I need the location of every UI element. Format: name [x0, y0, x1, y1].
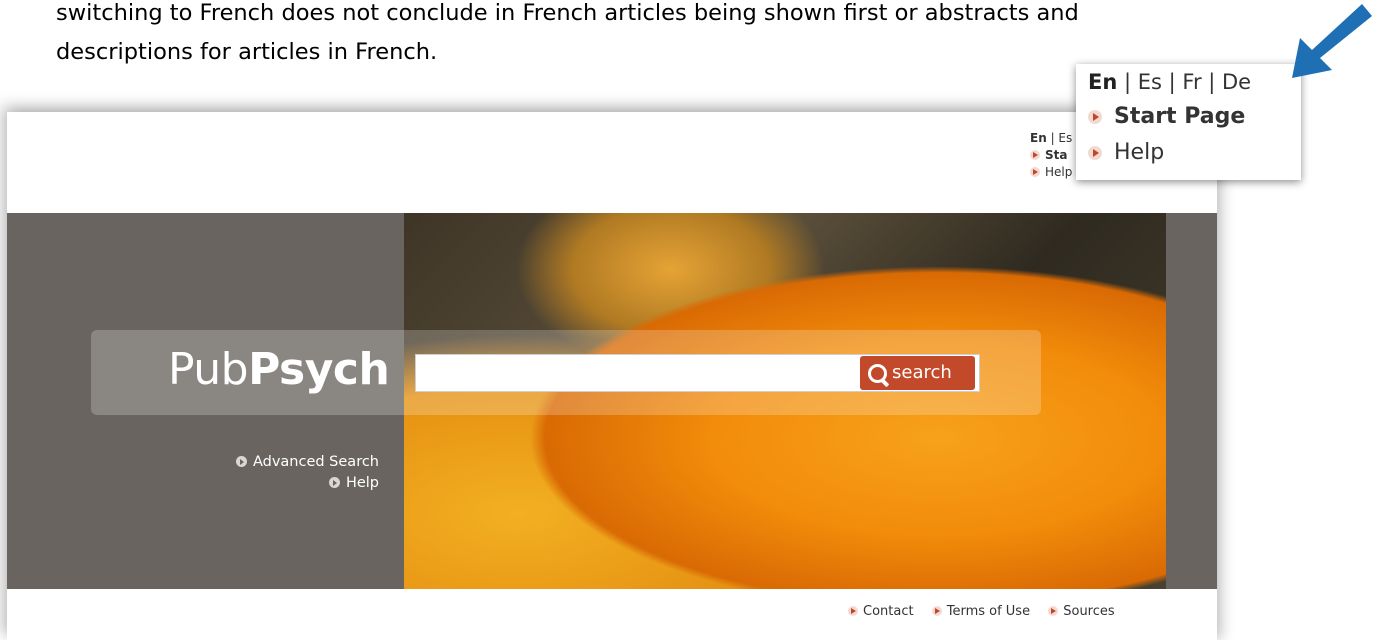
circle-arrow-icon — [235, 456, 247, 467]
callout-language-switcher: En | Es | Fr | De — [1088, 70, 1252, 94]
language-switcher: En | Es — [1030, 131, 1073, 145]
callout-start-page-link[interactable]: Start Page — [1088, 104, 1245, 129]
callout-lang-fr[interactable]: Fr — [1182, 70, 1201, 94]
arrow-right-icon — [1088, 110, 1102, 124]
search-button[interactable]: search — [860, 356, 975, 390]
document-line-2: descriptions for articles in French. — [56, 39, 438, 65]
arrow-right-icon — [1030, 150, 1040, 160]
arrow-right-icon — [848, 606, 858, 616]
document-text: switching to French does not conclude in… — [56, 0, 1236, 72]
callout-lang-de[interactable]: De — [1222, 70, 1251, 94]
zoom-callout: En | Es | Fr | De Start Page Help — [1076, 64, 1301, 180]
callout-lang-en[interactable]: En — [1088, 70, 1117, 94]
footer-link-contact[interactable]: Contact — [848, 604, 914, 619]
circle-arrow-icon — [328, 477, 340, 488]
document-line-1: switching to French does not conclude in… — [56, 0, 1079, 26]
arrow-right-icon — [1030, 167, 1040, 177]
pubpsych-logo: PubPsych — [168, 344, 390, 395]
footer-link-terms[interactable]: Terms of Use — [931, 604, 1030, 619]
arrow-right-icon — [1048, 606, 1059, 616]
blue-pointer-arrow-icon — [1292, 4, 1372, 78]
callout-lang-es[interactable]: Es — [1138, 70, 1162, 94]
footer-links: Contact Terms of Use Sources — [848, 604, 1129, 619]
callout-help-link[interactable]: Help — [1088, 140, 1164, 165]
start-page-link[interactable]: Sta — [1030, 147, 1072, 164]
banner-help-link[interactable]: Help — [236, 473, 379, 494]
lang-en[interactable]: En — [1030, 131, 1047, 145]
banner-links: Advanced Search Help — [235, 452, 379, 494]
magnifier-icon — [868, 364, 887, 383]
footer-link-sources[interactable]: Sources — [1048, 604, 1115, 619]
arrow-right-icon — [931, 606, 942, 616]
header-links: En | Es Sta Help — [1030, 130, 1072, 181]
lang-es[interactable]: Es — [1058, 131, 1072, 145]
help-link[interactable]: Help — [1030, 164, 1072, 181]
advanced-search-link[interactable]: Advanced Search — [235, 452, 379, 473]
arrow-right-icon — [1088, 146, 1102, 160]
